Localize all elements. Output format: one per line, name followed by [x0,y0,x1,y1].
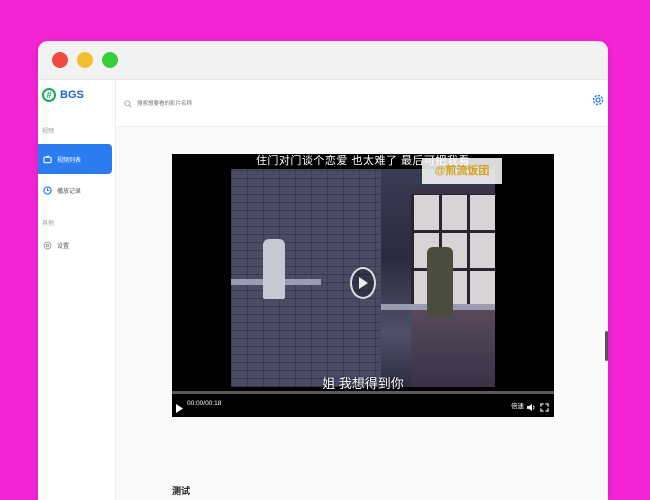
sidebar-item-video-list[interactable]: 视频列表 [38,144,112,174]
brand-logo[interactable]: # BGS [42,88,84,102]
maximize-window-button[interactable] [102,52,118,68]
sidebar: # BGS 视频 视频列表 播放记录 其他 设置 [38,80,116,500]
sidebar-item-label: 视频列表 [57,157,82,164]
top-bar [116,80,608,127]
search-icon [124,95,132,113]
search-input[interactable] [135,100,259,108]
settings-icon [42,240,52,250]
time-display: 00:00/00:18 [187,400,222,407]
brand-name: BGS [60,89,84,101]
sidebar-item-history[interactable]: 播放记录 [38,175,112,205]
logo-icon: # [42,88,56,102]
sidebar-section-video: 视频 [42,129,55,135]
sidebar-section-other: 其他 [42,221,55,227]
close-window-button[interactable] [52,52,68,68]
sidebar-item-label: 播放记录 [57,188,82,195]
scene-figure-right [427,247,453,317]
scene-figure-left [263,239,285,299]
video-watermark: @煎流饭团 [422,158,502,184]
title-bar [38,41,608,80]
speed-button[interactable]: 倍速 [511,400,524,410]
app-window: # BGS 视频 视频列表 播放记录 其他 设置 搜索想要看的影片名称 住门对门… [38,41,608,500]
sidebar-item-label: 设置 [57,243,70,250]
video-player[interactable]: 住门对门谈个恋爱 也太难了 最后可把我看 @煎流饭团 姐 我想得到你 00:00… [172,154,554,417]
progress-bar[interactable] [172,391,554,394]
minimize-window-button[interactable] [77,52,93,68]
search-box[interactable] [124,95,259,113]
history-icon [42,185,52,195]
play-overlay-button[interactable] [350,267,376,299]
volume-icon[interactable] [527,399,536,417]
video-title: 测试 [172,486,191,496]
play-icon[interactable] [176,400,183,417]
scrollbar[interactable] [605,331,608,361]
sidebar-item-settings[interactable]: 设置 [38,230,112,260]
tv-icon [42,154,52,164]
main-content: 住门对门谈个恋爱 也太难了 最后可把我看 @煎流饭团 姐 我想得到你 00:00… [116,127,608,500]
player-controls: 00:00/00:18 倍速 [172,387,554,417]
gear-icon[interactable] [591,93,605,107]
scene-window [411,194,495,309]
fullscreen-icon[interactable] [540,399,549,417]
